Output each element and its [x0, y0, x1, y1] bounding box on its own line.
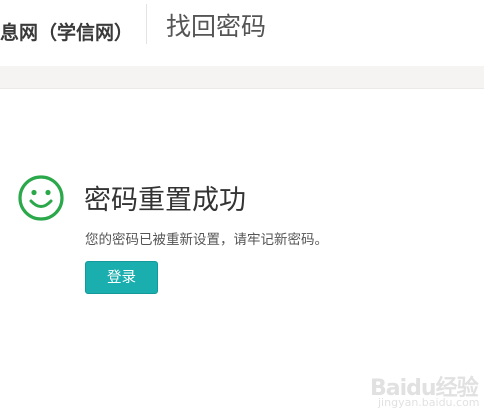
- login-button[interactable]: 登录: [85, 261, 158, 294]
- success-description: 您的密码已被重新设置，请牢记新密码。: [85, 232, 328, 248]
- baidu-jingyan-watermark: Baidu经验 jingyan.baidu.com: [368, 368, 484, 412]
- smile-icon: [17, 174, 65, 222]
- header-band: [0, 66, 484, 89]
- page-title: 找回密码: [166, 12, 267, 41]
- site-name: 息网（学信网）: [0, 22, 134, 44]
- watermark-url: jingyan.baidu.com: [378, 396, 480, 409]
- header: 息网（学信网） 找回密码: [0, 0, 484, 66]
- success-title: 密码重置成功: [84, 185, 246, 216]
- header-divider: [146, 4, 147, 44]
